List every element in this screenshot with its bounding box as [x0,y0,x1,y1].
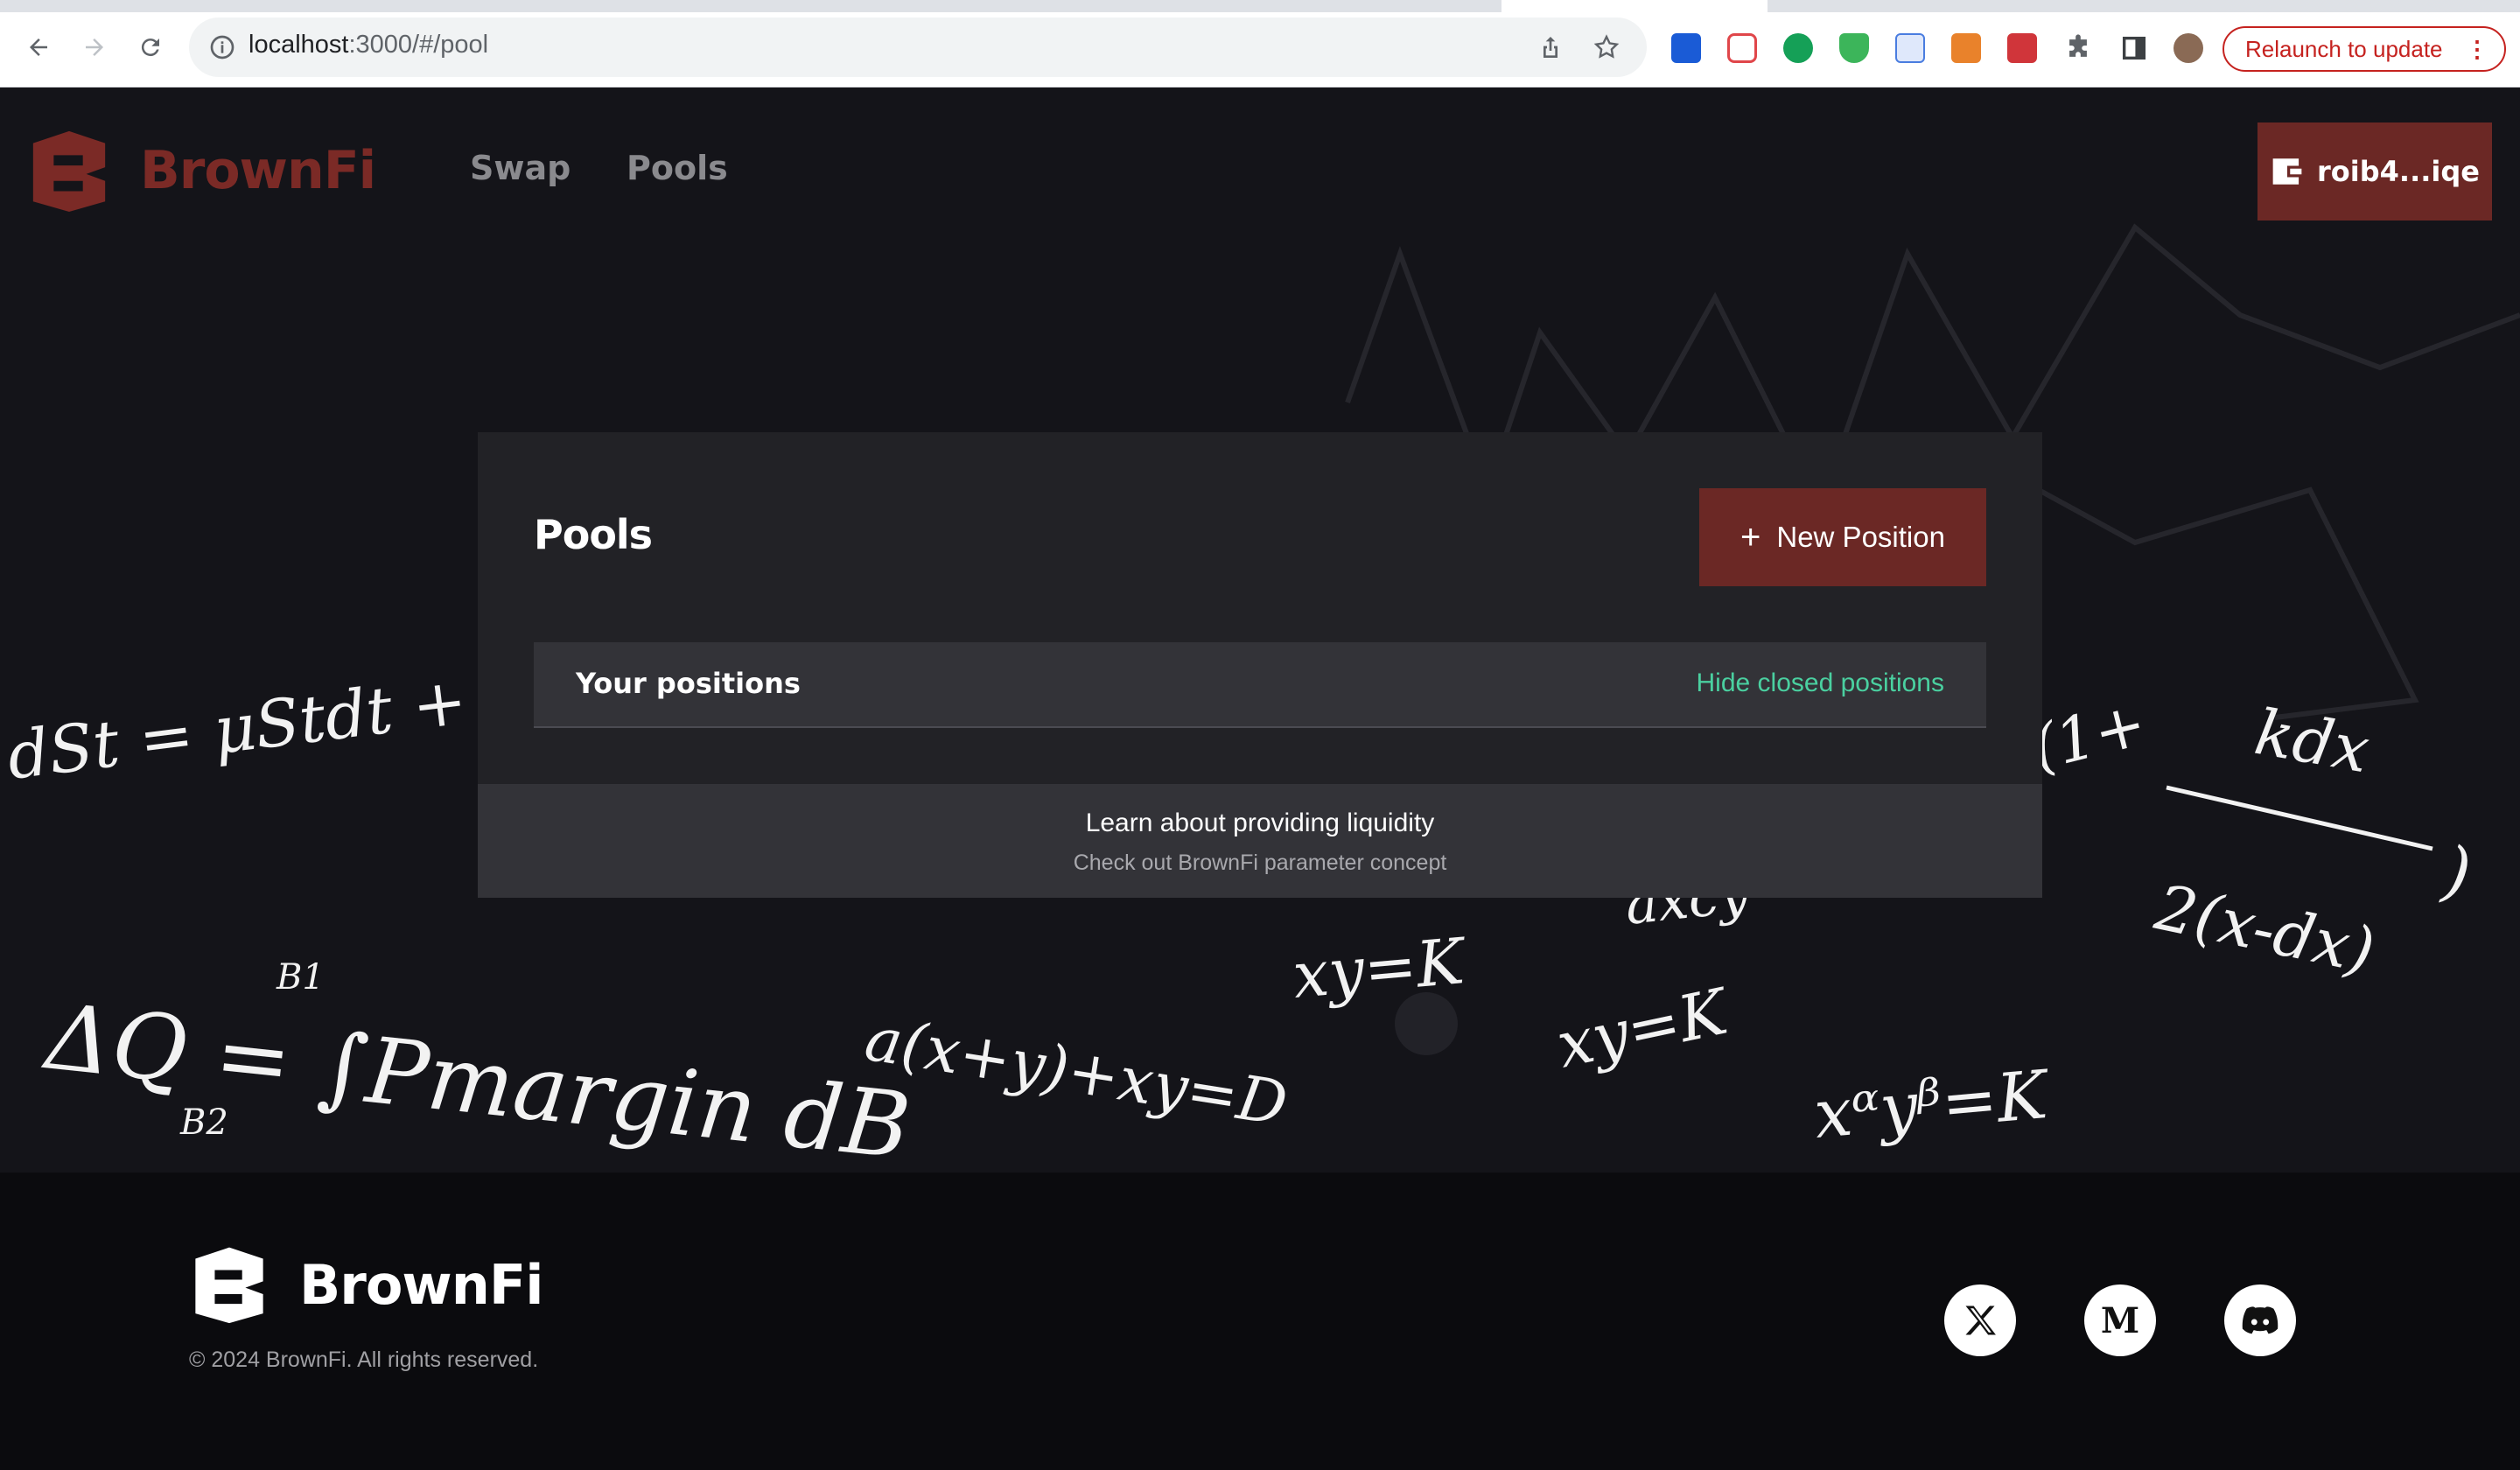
footer: BrownFi © 2024 BrownFi. All rights reser… [0,1172,2520,1470]
header-logo[interactable]: BrownFi [26,128,376,214]
side-panel-icon[interactable] [2119,33,2149,63]
formula-delta-q-upper: B1 [276,957,325,998]
formula-delta-q-lower: B2 [179,1102,228,1143]
formula-power: xᵅyᵝ=K [1811,1055,2054,1153]
brownfi-logo-icon [32,130,106,213]
more-menu-icon[interactable]: ⋮ [2466,37,2488,61]
formula-fraction-denominator: 2(x-dx) [2148,870,2380,988]
new-position-button[interactable]: + New Position [1699,488,1986,586]
new-position-label: New Position [1776,521,1945,553]
game-extension-icon[interactable] [2007,33,2037,63]
page-title: Pools [534,511,653,558]
document-extension-icon[interactable] [1895,33,1925,63]
grammarly-extension-icon[interactable] [1783,33,1813,63]
formula-xy-k-2: xy=K [1550,974,1737,1082]
brownfi-footer-logo-icon [195,1247,263,1324]
fraction-bar [2166,785,2433,851]
address-bar[interactable]: localhost:3000/#/pool [189,18,1647,77]
site-info-icon[interactable] [208,33,236,61]
footer-brand: BrownFi [299,1252,543,1317]
wallet-icon [2272,158,2302,185]
learn-liquidity-banner[interactable]: Learn about providing liquidity Check ou… [478,784,2042,898]
svg-text:M: M [2101,1303,2139,1338]
relaunch-button[interactable]: Relaunch to update ⋮ [2222,26,2506,72]
forward-icon[interactable] [77,30,112,65]
bitwarden-extension-icon[interactable] [1671,33,1701,63]
wallet-address: roib4...iqe [2317,155,2480,188]
bookmark-star-icon[interactable] [1592,33,1620,61]
pocket-extension-icon[interactable] [1727,33,1757,63]
wallet-button[interactable]: roib4...iqe [2258,122,2492,220]
plus-icon: + [1740,518,1761,556]
your-positions-panel: Your positions Hide closed positions [534,642,1986,728]
formula-xy-k-1: xy=K [1290,924,1470,1012]
discord-icon[interactable] [2224,1284,2296,1356]
pools-card: Pools + New Position Your positions Hide… [478,432,2042,898]
formula-curve: a(x+y)+xy=D [860,1003,1292,1140]
nav-swap[interactable]: Swap [470,149,570,187]
medium-icon[interactable]: M [2084,1284,2156,1356]
active-tab[interactable] [1502,0,1768,12]
hide-closed-positions-link[interactable]: Hide closed positions [1697,668,1945,698]
extensions-puzzle-icon[interactable] [2063,33,2093,63]
app-page: dSt = μStdt + 6 ΔQ = ∫Pmargin dB B1 B2 a… [0,88,2520,1470]
header-brand: BrownFi [140,140,376,201]
share-icon[interactable] [1536,33,1564,61]
footer-logo[interactable]: BrownFi [189,1242,543,1326]
copyright-text: © 2024 BrownFi. All rights reserved. [189,1348,539,1372]
formula-stochastic: dSt = μStdt + 6 [4,656,533,794]
tab-strip [0,0,2520,12]
your-positions-label: Your positions [576,667,801,700]
profile-avatar[interactable] [2174,33,2203,63]
learn-title: Learn about providing liquidity [1085,808,1435,837]
learn-subtitle: Check out BrownFi parameter concept [1073,850,1447,875]
back-icon[interactable] [21,30,56,65]
metamask-extension-icon[interactable] [1951,33,1981,63]
nav-pools[interactable]: Pools [626,149,728,187]
x-twitter-icon[interactable] [1944,1284,2016,1356]
shield-extension-icon[interactable] [1839,33,1869,63]
url-text[interactable]: localhost:3000/#/pool [248,31,488,60]
browser-chrome: localhost:3000/#/pool Relaunch to update… [0,0,2520,88]
formula-delta-q: ΔQ = ∫Pmargin dB [38,983,914,1172]
formula-fraction-open: (1+ [2025,687,2152,784]
relaunch-label: Relaunch to update [2245,35,2443,62]
reload-icon[interactable] [133,30,168,65]
formula-fraction-close: ) [2438,830,2476,912]
